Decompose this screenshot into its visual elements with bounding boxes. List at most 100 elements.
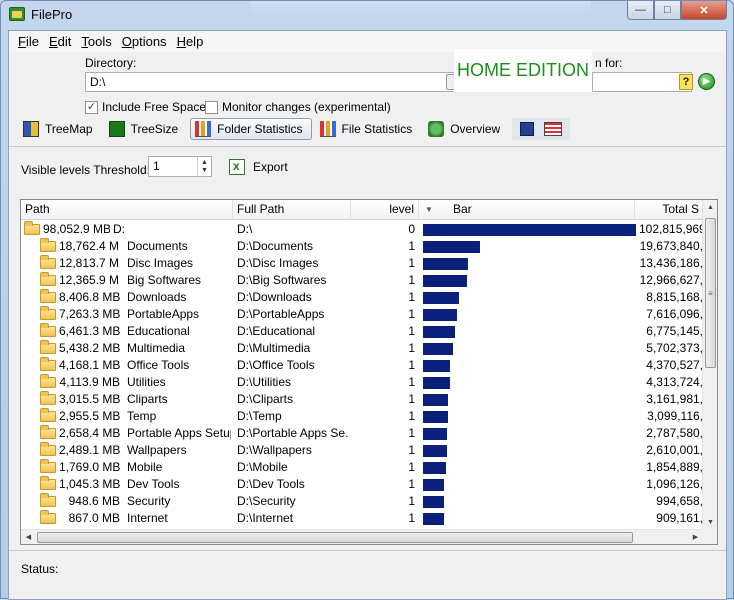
threshold-stepper[interactable]: 1 ▲ ▼ bbox=[148, 156, 212, 177]
size-bar bbox=[423, 224, 636, 236]
folder-icon bbox=[40, 340, 56, 354]
table-row[interactable]: 948.6 MB Security D:\Security 1 994,658, bbox=[21, 493, 703, 510]
table-row[interactable]: 7,263.3 MB PortableApps D:\PortableApps 1 7,… bbox=[21, 306, 703, 323]
table-row[interactable]: 4,168.1 MB Office Tools D:\Office Tools 1 4,… bbox=[21, 357, 703, 374]
table-row[interactable]: 18,762.4 MB Documents D:\Documents 1 19,673,… bbox=[21, 238, 703, 255]
column-header-path[interactable]: Path bbox=[21, 200, 233, 220]
menu-file[interactable]: File bbox=[13, 31, 44, 52]
save-icon[interactable] bbox=[520, 122, 535, 136]
row-full-path: D:\Cliparts bbox=[237, 392, 294, 406]
treesize-button[interactable]: TreeSize bbox=[105, 118, 187, 140]
row-full-path: D:\Portable Apps Se... bbox=[237, 426, 349, 440]
column-header-level[interactable]: level bbox=[351, 200, 419, 220]
treemap-button[interactable]: TreeMap bbox=[19, 118, 101, 140]
table-row[interactable]: 6,461.3 MB Educational D:\Educational 1 6,77… bbox=[21, 323, 703, 340]
scroll-left-icon[interactable]: ◀ bbox=[21, 530, 36, 544]
close-button[interactable]: ✕ bbox=[681, 1, 727, 20]
menu-edit[interactable]: Edit bbox=[44, 31, 76, 52]
table-row[interactable]: 12,365.9 MB Big Softwares D:\Big Softwares… bbox=[21, 272, 703, 289]
row-name: Multimedia bbox=[127, 341, 186, 355]
table-row[interactable]: 12,813.7 MB Disc Images D:\Disc Images 1 13,… bbox=[21, 255, 703, 272]
overview-button[interactable]: Overview bbox=[424, 118, 508, 140]
table-row[interactable]: 4,113.9 MB Utilities D:\Utilities 1 4,313,72… bbox=[21, 374, 703, 391]
vertical-scrollbar[interactable]: ▲ ≡ ▼ bbox=[702, 200, 717, 530]
row-level: 1 bbox=[408, 409, 415, 423]
folder-icon bbox=[40, 459, 56, 473]
row-size: 6,461.3 MB bbox=[59, 324, 120, 338]
directory-input[interactable]: D:\ bbox=[85, 72, 455, 92]
stepper-up-icon[interactable]: ▲ bbox=[201, 159, 208, 167]
home-edition-banner: HOME EDITION bbox=[454, 49, 592, 92]
row-size: 948.6 MB bbox=[68, 494, 120, 508]
table-row[interactable]: 867.0 MB Internet D:\Internet 1 909,161, bbox=[21, 510, 703, 527]
help-icon[interactable]: ? bbox=[679, 74, 693, 90]
maximize-button[interactable]: □ bbox=[654, 1, 681, 20]
size-bar bbox=[423, 292, 459, 304]
row-full-path: D:\Disc Images bbox=[237, 256, 319, 270]
scroll-right-icon[interactable]: ▶ bbox=[688, 530, 703, 544]
row-size: 98,052.9 MB bbox=[43, 222, 110, 236]
list-icon[interactable] bbox=[544, 122, 563, 136]
search-input[interactable] bbox=[592, 72, 692, 92]
row-name: Mobile bbox=[127, 460, 163, 474]
size-bar bbox=[423, 326, 455, 338]
include-free-space-checkbox[interactable]: ✓ Include Free Space bbox=[85, 100, 206, 114]
table-row[interactable]: 98,052.9 MB D: D:\ 0 102,815,969 bbox=[21, 221, 703, 238]
row-level: 1 bbox=[408, 290, 415, 304]
scroll-up-icon[interactable]: ▲ bbox=[703, 200, 717, 215]
monitor-changes-checkbox[interactable]: Monitor changes (experimental) bbox=[205, 100, 391, 114]
row-size: 2,489.1 MB bbox=[59, 443, 120, 457]
column-header-full-path[interactable]: Full Path bbox=[233, 200, 351, 220]
export-button[interactable]: Export bbox=[229, 159, 288, 175]
directory-label: Directory: bbox=[85, 56, 137, 70]
stepper-down-icon[interactable]: ▼ bbox=[201, 167, 208, 175]
vertical-scroll-thumb[interactable]: ≡ bbox=[705, 218, 716, 368]
row-size: 12,365.9 MB bbox=[59, 273, 120, 287]
folder-statistics-panel: Visible levels Threshold: 1 ▲ ▼ Export P… bbox=[9, 146, 726, 550]
row-level: 1 bbox=[408, 375, 415, 389]
title-bar[interactable]: FilePro — □ ✕ bbox=[1, 1, 733, 29]
file-statistics-button[interactable]: File Statistics bbox=[316, 118, 421, 140]
table-row[interactable]: 8,406.8 MB Downloads D:\Downloads 1 8,815,16… bbox=[21, 289, 703, 306]
row-full-path: D:\Mobile bbox=[237, 460, 288, 474]
row-size: 5,438.2 MB bbox=[59, 341, 120, 355]
table-row[interactable]: 5,438.2 MB Multimedia D:\Multimedia 1 5,702,… bbox=[21, 340, 703, 357]
row-full-path: D:\Big Softwares bbox=[237, 273, 327, 287]
table-row[interactable]: 1,045.3 MB Dev Tools D:\Dev Tools 1 1,096,12… bbox=[21, 476, 703, 493]
checkbox-unchecked-icon bbox=[205, 100, 218, 114]
horizontal-scroll-thumb[interactable] bbox=[37, 532, 633, 543]
row-size: 1,045.3 MB bbox=[59, 477, 120, 491]
folder-icon bbox=[40, 323, 56, 337]
bar-chart-icon bbox=[319, 121, 336, 137]
column-header-total[interactable]: Total S bbox=[635, 200, 703, 220]
scroll-down-icon[interactable]: ▼ bbox=[703, 515, 717, 530]
stepper-arrows[interactable]: ▲ ▼ bbox=[197, 157, 211, 176]
row-total: 994,658, bbox=[656, 494, 703, 508]
size-bar bbox=[423, 445, 447, 457]
table-row[interactable]: 2,658.4 MB Portable Apps Setup D:\Portable… bbox=[21, 425, 703, 442]
menu-options[interactable]: Options bbox=[117, 31, 172, 52]
folder-statistics-button[interactable]: Folder Statistics bbox=[190, 118, 312, 140]
row-full-path: D:\Downloads bbox=[237, 290, 312, 304]
treesize-icon bbox=[108, 121, 125, 137]
menu-help[interactable]: Help bbox=[172, 31, 209, 52]
view-toolbar: TreeMap TreeSize Folder Statistics File … bbox=[19, 118, 571, 140]
size-bar bbox=[423, 360, 450, 372]
table-row[interactable]: 3,015.5 MB Cliparts D:\Cliparts 1 3,161,981, bbox=[21, 391, 703, 408]
column-header-bar[interactable]: Bar bbox=[419, 200, 635, 220]
row-level: 1 bbox=[408, 358, 415, 372]
table-row[interactable]: 1,769.0 MB Mobile D:\Mobile 1 1,854,889, bbox=[21, 459, 703, 476]
folder-icon bbox=[40, 357, 56, 371]
row-size: 4,113.9 MB bbox=[59, 375, 120, 389]
row-name: D: bbox=[113, 222, 125, 236]
table-row[interactable]: 2,489.1 MB Wallpapers D:\Wallpapers 1 2,610,… bbox=[21, 442, 703, 459]
minimize-button[interactable]: — bbox=[627, 1, 654, 20]
row-name: Security bbox=[127, 494, 171, 508]
table-row[interactable]: 2,955.5 MB Temp D:\Temp 1 3,099,116, bbox=[21, 408, 703, 425]
row-name: PortableApps bbox=[127, 307, 200, 321]
horizontal-scrollbar[interactable]: ◀ ▶ bbox=[21, 529, 703, 544]
menu-tools[interactable]: Tools bbox=[76, 31, 116, 52]
go-icon[interactable]: ▶ bbox=[698, 73, 715, 90]
folder-icon bbox=[40, 306, 56, 320]
app-icon bbox=[9, 7, 25, 21]
